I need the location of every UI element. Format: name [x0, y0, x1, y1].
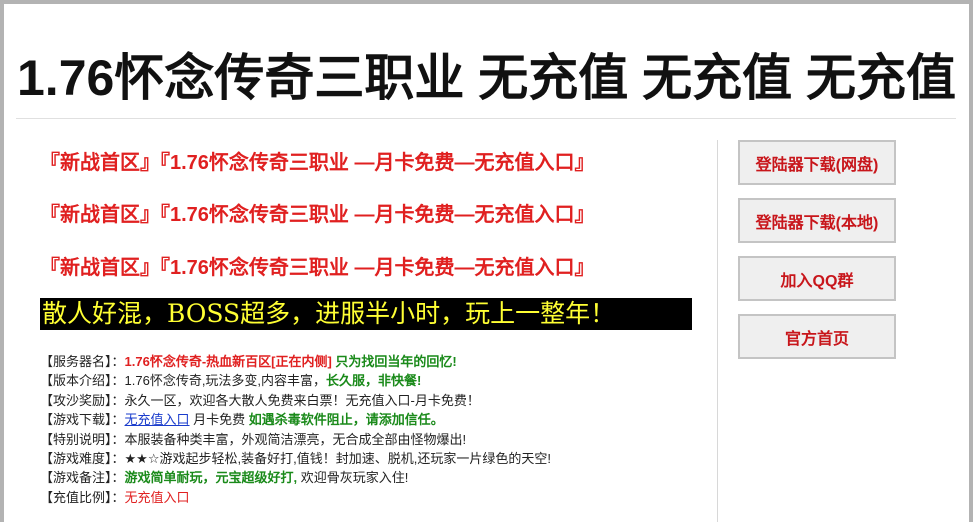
info-value: 只为找回当年的回忆! — [331, 354, 457, 369]
promo-link-1[interactable]: 『新战首区』『1.76怀念传奇三职业 —月卡免费—无充值入口』 — [40, 146, 594, 175]
info-label: 【服务器名】： — [40, 354, 125, 369]
official-home-button[interactable]: 官方首页 — [738, 314, 896, 359]
info-value: 欢迎骨灰玩家入住! — [297, 470, 409, 486]
info-label: 【版本介绍】： — [40, 373, 125, 389]
info-row-notes: 【游戏备注】：游戏简单耐玩，元宝超级好打, 欢迎骨灰玩家入住! — [40, 468, 700, 487]
info-row-version: 【版本介绍】：1.76怀念传奇,玩法多变,内容丰富，长久服，非快餐! — [40, 371, 700, 390]
download-link[interactable]: 无充值入口 — [125, 412, 190, 427]
server-info-list: 【服务器名】：1.76怀念传奇-热血新百区[正在内侧] 只为找回当年的回忆! 【… — [40, 352, 700, 507]
info-value: 游戏简单耐玩，元宝超级好打, — [124, 470, 298, 486]
info-value: ★★☆游戏起步轻松,装备好打,值钱！封加速、脱机,还玩家一片绿色的天空! — [124, 450, 551, 466]
header: 1.76怀念传奇三职业 无充值 无充值 无充值 — [4, 4, 969, 122]
info-value: 1.76怀念传奇-热血新百区[正在内侧] — [124, 354, 332, 369]
info-row-ratio: 【充值比例】：无充值入口 — [40, 488, 700, 507]
info-row-rewards: 【攻沙奖励】：永久一区，欢迎各大散人免费来白票！无充值入口-月卡免费！ — [40, 391, 700, 410]
info-value: 本服装备种类丰富，外观简洁漂亮，无合成全部由怪物爆出! — [124, 431, 467, 447]
info-value: 永久一区，欢迎各大散人免费来白票！无充值入口-月卡免费！ — [124, 392, 480, 408]
info-label: 【充值比例】： — [40, 489, 125, 505]
sidebar-divider — [717, 140, 718, 522]
info-value: 1.76怀念传奇,玩法多变,内容丰富， — [124, 373, 327, 389]
header-divider — [16, 118, 956, 119]
promo-link-2[interactable]: 『新战首区』『1.76怀念传奇三职业 —月卡免费—无充值入口』 — [40, 198, 594, 227]
info-value: 长久服，非快餐! — [326, 373, 422, 389]
info-label: 【游戏下载】： — [40, 412, 125, 428]
launcher-download-cloud-button[interactable]: 登陆器下载(网盘) — [738, 140, 896, 185]
info-label: 【攻沙奖励】： — [40, 392, 125, 408]
info-label: 【特别说明】： — [40, 431, 125, 447]
info-value: 月卡免费 — [189, 412, 249, 428]
launcher-download-local-button[interactable]: 登陆器下载(本地) — [738, 198, 896, 243]
info-label: 【游戏难度】： — [40, 450, 125, 466]
join-qq-group-button[interactable]: 加入QQ群 — [738, 256, 896, 301]
info-value: 无充值入口 — [124, 489, 190, 505]
info-value: 如遇杀毒软件阻止，请添加信任。 — [248, 412, 444, 428]
promo-link-3[interactable]: 『新战首区』『1.76怀念传奇三职业 —月卡免费—无充值入口』 — [40, 251, 594, 280]
info-row-difficulty: 【游戏难度】：★★☆游戏起步轻松,装备好打,值钱！封加速、脱机,还玩家一片绿色的… — [40, 449, 700, 468]
info-label: 【游戏备注】： — [40, 470, 125, 486]
info-row-server-name: 【服务器名】：1.76怀念传奇-热血新百区[正在内侧] 只为找回当年的回忆! — [40, 352, 700, 371]
slogan-banner: 散人好混，BOSS超多，进服半小时，玩上一整年！ — [40, 298, 692, 330]
page-title: 1.76怀念传奇三职业 无充值 无充值 无充值 — [17, 50, 956, 106]
info-row-download: 【游戏下载】：无充值入口 月卡免费 如遇杀毒软件阻止，请添加信任。 — [40, 410, 700, 429]
info-row-special: 【特别说明】：本服装备种类丰富，外观简洁漂亮，无合成全部由怪物爆出! — [40, 430, 700, 449]
